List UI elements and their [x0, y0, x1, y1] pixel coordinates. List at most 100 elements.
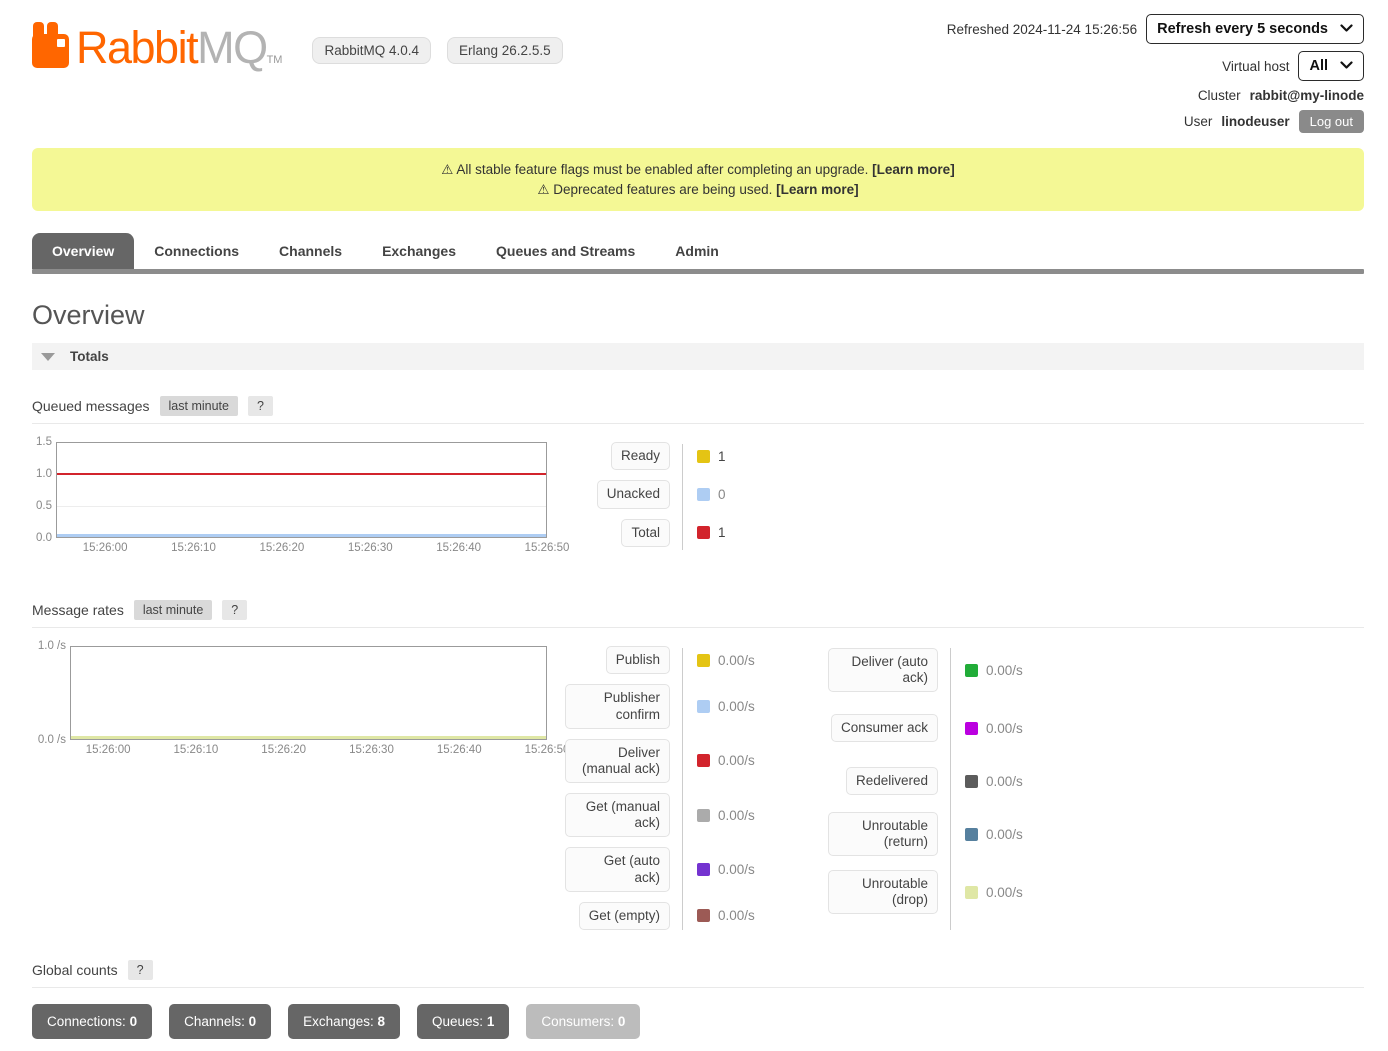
x-tick: 15:26:00 [86, 744, 131, 756]
y-tick: 1.0 [36, 468, 52, 480]
main-tabs: Overview Connections Channels Exchanges … [32, 233, 1364, 269]
exchanges-label: Exchanges: [303, 1014, 374, 1029]
queues-count-badge[interactable]: Queues: 1 [417, 1004, 509, 1039]
legend-row-get-auto-ack: Get (auto ack) 0.00/s [565, 847, 770, 891]
brand-orange: Rabbit [76, 22, 197, 73]
publisher-confirm-swatch-icon [697, 700, 710, 713]
queues-label: Queues: [432, 1014, 483, 1029]
exchanges-value: 8 [377, 1014, 385, 1029]
message-rates-chart-row: 1.0 /s 0.0 /s 15:26:00 15:26:10 15:26:20… [32, 646, 1364, 940]
consumers-count-badge[interactable]: Consumers: 0 [526, 1004, 640, 1039]
deliver-manual-ack-label[interactable]: Deliver (manual ack) [565, 739, 670, 783]
legend-row-unroutable-return: Unroutable (return) 0.00/s [828, 810, 1038, 858]
rabbitmq-version-badge: RabbitMQ 4.0.4 [312, 37, 431, 64]
deliver-auto-ack-label[interactable]: Deliver (auto ack) [828, 648, 938, 692]
exchanges-count-badge[interactable]: Exchanges: 8 [288, 1004, 400, 1039]
rates-plot-area [70, 646, 547, 740]
legend-row-publisher-confirm: Publisher confirm 0.00/s [565, 684, 770, 728]
channels-count-badge[interactable]: Channels: 0 [169, 1004, 271, 1039]
unacked-line [57, 534, 546, 537]
unroutable-drop-value: 0.00/s [986, 885, 1023, 900]
x-tick: 15:26:30 [348, 542, 393, 554]
total-label[interactable]: Total [621, 519, 670, 547]
queued-plot-area [56, 442, 547, 538]
banner-text-2: ⚠ Deprecated features are being used. [537, 182, 772, 197]
tab-channels[interactable]: Channels [259, 233, 362, 269]
rates-range-badge[interactable]: last minute [134, 600, 212, 620]
queued-messages-chart-row: 1.5 1.0 0.5 0.0 15:26:00 15:26:10 15:26:… [32, 442, 1364, 560]
connections-count-badge[interactable]: Connections: 0 [32, 1004, 152, 1039]
publish-value: 0.00/s [718, 653, 755, 668]
user-name: linodeuser [1221, 114, 1289, 129]
deliver-auto-ack-swatch-icon [965, 664, 978, 677]
learn-more-link-1[interactable]: [Learn more] [872, 162, 955, 177]
publish-swatch-icon [697, 654, 710, 667]
page-title: Overview [32, 300, 1364, 331]
consumer-ack-label[interactable]: Consumer ack [831, 714, 938, 742]
channels-value: 0 [249, 1014, 257, 1029]
redelivered-value: 0.00/s [986, 774, 1023, 789]
tab-admin[interactable]: Admin [655, 233, 739, 269]
consumer-ack-swatch-icon [965, 722, 978, 735]
message-rates-title: Message rates [32, 602, 124, 618]
legend-row-unroutable-drop: Unroutable (drop) 0.00/s [828, 868, 1038, 916]
global-counts-title: Global counts [32, 962, 118, 978]
x-tick: 15:26:20 [259, 542, 304, 554]
get-auto-ack-label[interactable]: Get (auto ack) [565, 847, 670, 891]
legend-row-unacked: Unacked 0 [565, 480, 770, 508]
connections-label: Connections: [47, 1014, 126, 1029]
get-auto-ack-swatch-icon [697, 863, 710, 876]
get-manual-ack-swatch-icon [697, 809, 710, 822]
get-manual-ack-label[interactable]: Get (manual ack) [565, 793, 670, 837]
unacked-value: 0 [718, 487, 726, 502]
queues-value: 1 [487, 1014, 495, 1029]
brand-gray: MQ [197, 22, 267, 73]
banner-line-deprecated: ⚠ Deprecated features are being used. [L… [42, 180, 1354, 200]
totals-section-header[interactable]: Totals [32, 343, 1364, 370]
rates-help-icon[interactable]: ? [222, 600, 247, 620]
tab-queues-and-streams[interactable]: Queues and Streams [476, 233, 655, 269]
unroutable-return-label[interactable]: Unroutable (return) [828, 812, 938, 856]
vhost-label: Virtual host [1222, 59, 1289, 74]
zero-rate-line [71, 736, 546, 739]
collapse-caret-icon[interactable] [41, 353, 55, 361]
unroutable-drop-swatch-icon [965, 886, 978, 899]
x-tick: 15:26:10 [171, 542, 216, 554]
queued-legend-column: Ready 1 Unacked 0 Total [565, 442, 770, 560]
unroutable-drop-label[interactable]: Unroutable (drop) [828, 870, 938, 914]
queued-messages-title: Queued messages [32, 398, 150, 414]
x-tick: 15:26:10 [174, 744, 219, 756]
ready-label[interactable]: Ready [611, 442, 670, 470]
y-tick: 0.0 /s [38, 734, 66, 746]
queued-range-badge[interactable]: last minute [160, 396, 238, 416]
publish-label[interactable]: Publish [606, 646, 670, 674]
vhost-select[interactable]: All [1298, 51, 1364, 81]
connections-value: 0 [130, 1014, 138, 1029]
learn-more-link-2[interactable]: [Learn more] [776, 182, 859, 197]
get-empty-label[interactable]: Get (empty) [579, 902, 670, 930]
legend-row-consumer-ack: Consumer ack 0.00/s [828, 704, 1038, 752]
version-badges: RabbitMQ 4.0.4 Erlang 26.2.5.5 [312, 37, 562, 64]
redelivered-label[interactable]: Redelivered [846, 767, 938, 795]
tabs-underline-bar [32, 269, 1364, 274]
global-counts-help-icon[interactable]: ? [128, 960, 153, 980]
tab-overview[interactable]: Overview [32, 233, 134, 269]
chevron-down-icon [1340, 58, 1353, 74]
unacked-label[interactable]: Unacked [597, 480, 670, 508]
logout-button[interactable]: Log out [1299, 110, 1364, 133]
top-bar: RabbitMQTM RabbitMQ 4.0.4 Erlang 26.2.5.… [32, 14, 1364, 140]
tab-connections[interactable]: Connections [134, 233, 259, 269]
deliver-manual-ack-swatch-icon [697, 754, 710, 767]
publisher-confirm-value: 0.00/s [718, 699, 755, 714]
queued-help-icon[interactable]: ? [248, 396, 273, 416]
x-tick: 15:26:40 [436, 542, 481, 554]
tab-exchanges[interactable]: Exchanges [362, 233, 476, 269]
refresh-interval-select[interactable]: Refresh every 5 seconds [1146, 14, 1364, 44]
unroutable-return-value: 0.00/s [986, 827, 1023, 842]
refresh-row: Refreshed 2024-11-24 15:26:56 Refresh ev… [947, 14, 1364, 44]
deliver-manual-ack-value: 0.00/s [718, 753, 755, 768]
banner-text-1: ⚠ All stable feature flags must be enabl… [441, 162, 868, 177]
brand-tm: TM [267, 54, 283, 66]
message-rates-chart: 1.0 /s 0.0 /s 15:26:00 15:26:10 15:26:20… [32, 646, 547, 940]
publisher-confirm-label[interactable]: Publisher confirm [565, 684, 670, 728]
